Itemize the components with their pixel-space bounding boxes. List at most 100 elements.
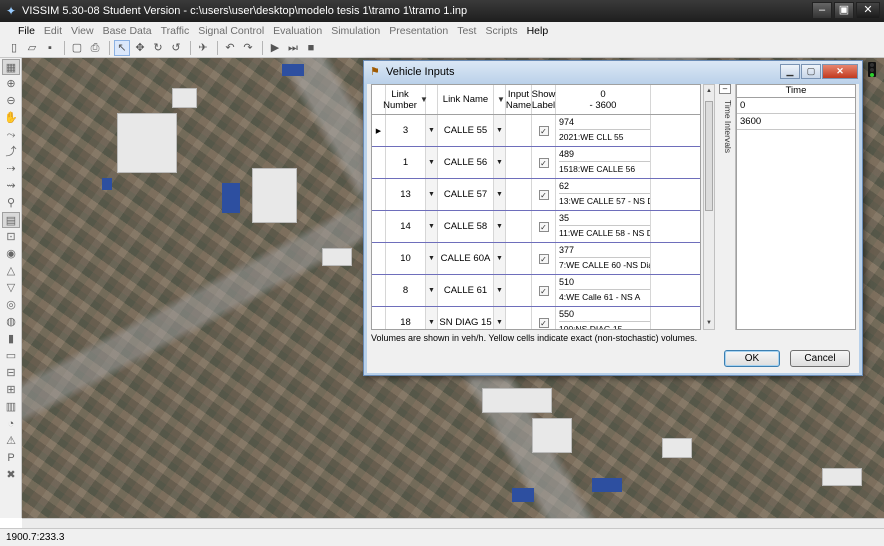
- priority-rules-icon[interactable]: △: [2, 263, 20, 279]
- input-name-cell[interactable]: [506, 147, 532, 178]
- show-label-checkbox[interactable]: ✓: [538, 285, 549, 296]
- volume-value[interactable]: 35: [559, 213, 650, 226]
- vehicle-composition[interactable]: 4:WE Calle 61 - NS A: [559, 290, 650, 304]
- collapse-icon[interactable]: –: [719, 84, 731, 94]
- input-name-cell[interactable]: [506, 243, 532, 274]
- volume-cell[interactable]: 35 11:WE CALLE 58 - NS D: [556, 211, 651, 242]
- stop-icon[interactable]: ■: [303, 40, 319, 56]
- vehicle-input-row[interactable]: 13 ▼ CALLE 57 ▼ ✓ 62 13:WE CALLE 57 - NS D: [372, 179, 700, 211]
- link-name-dropdown-icon[interactable]: ▼: [494, 307, 506, 329]
- row-selector[interactable]: [372, 147, 386, 178]
- menu-traffic[interactable]: Traffic: [161, 25, 190, 37]
- menu-base-data[interactable]: Base Data: [103, 25, 152, 37]
- link-number-dropdown-icon[interactable]: ▼: [426, 243, 438, 274]
- menu-simulation[interactable]: Simulation: [331, 25, 380, 37]
- volume-value[interactable]: 550: [559, 309, 650, 322]
- save-icon[interactable]: ▪: [42, 40, 58, 56]
- link-number-dropdown-icon[interactable]: ▼: [426, 275, 438, 306]
- minimize-button[interactable]: –: [812, 2, 832, 19]
- link-name-dropdown-icon[interactable]: ▼: [494, 147, 506, 178]
- vehicle-composition[interactable]: 1518:WE CALLE 56: [559, 162, 650, 176]
- input-name-cell[interactable]: [506, 115, 532, 146]
- link-name-dropdown-icon[interactable]: ▼: [494, 115, 506, 146]
- row-selector[interactable]: [372, 307, 386, 329]
- close-button[interactable]: ✕: [856, 2, 880, 19]
- link-name-dropdown-icon[interactable]: ▼: [494, 275, 506, 306]
- vehicle-composition[interactable]: 7:WE CALLE 60 -NS Dia: [559, 258, 650, 272]
- column-header-link-number[interactable]: Link Number ▼: [383, 85, 428, 114]
- link-name-dropdown-icon[interactable]: ▼: [494, 243, 506, 274]
- background-icon[interactable]: ◔: [2, 416, 20, 432]
- menu-presentation[interactable]: Presentation: [389, 25, 448, 37]
- time-row[interactable]: 3600: [737, 114, 855, 130]
- show-label-checkbox[interactable]: ✓: [538, 221, 549, 232]
- nodes-icon[interactable]: ▮: [2, 331, 20, 347]
- rotate-icon[interactable]: ↻: [150, 40, 166, 56]
- vehicle-input-row[interactable]: 18 ▼ SN DIAG 15 ▼ ✓ 550 100:NS DIAG 15: [372, 307, 700, 329]
- maximize-button[interactable]: ▣: [834, 2, 854, 19]
- menu-scripts[interactable]: Scripts: [485, 25, 517, 37]
- data-collection-icon[interactable]: ▭: [2, 348, 20, 364]
- link-number-cell[interactable]: 18: [386, 307, 426, 329]
- zoom-out-icon[interactable]: ⊖: [2, 93, 20, 109]
- vehicle-composition[interactable]: 13:WE CALLE 57 - NS D: [559, 194, 650, 208]
- link-number-cell[interactable]: 10: [386, 243, 426, 274]
- show-label-checkbox[interactable]: ✓: [538, 189, 549, 200]
- volume-cell[interactable]: 62 13:WE CALLE 57 - NS D: [556, 179, 651, 210]
- menu-file[interactable]: File: [18, 25, 35, 37]
- grid-vertical-scrollbar[interactable]: ▲ ▼: [703, 84, 715, 330]
- cancel-button[interactable]: Cancel: [790, 350, 850, 367]
- queue-counters-icon[interactable]: ⊞: [2, 382, 20, 398]
- dialog-title-bar[interactable]: ⚑ Vehicle Inputs ▁ ▢ ✕: [364, 61, 862, 83]
- filter-icon[interactable]: ▼: [494, 85, 506, 114]
- dialog-maximize-button[interactable]: ▢: [801, 64, 821, 79]
- signal-heads-icon[interactable]: ▤: [2, 212, 20, 228]
- pan-icon[interactable]: ✥: [132, 40, 148, 56]
- show-label-checkbox[interactable]: ✓: [538, 157, 549, 168]
- volume-value[interactable]: 489: [559, 149, 650, 162]
- menu-signal-control[interactable]: Signal Control: [198, 25, 264, 37]
- link-number-dropdown-icon[interactable]: ▼: [426, 307, 438, 329]
- input-name-cell[interactable]: [506, 179, 532, 210]
- vehicle-input-row[interactable]: 14 ▼ CALLE 58 ▼ ✓ 35 11:WE CALLE 58 - NS D: [372, 211, 700, 243]
- step-icon[interactable]: ⏭: [285, 40, 301, 56]
- menu-view[interactable]: View: [71, 25, 94, 37]
- dialog-minimize-button[interactable]: ▁: [780, 64, 800, 79]
- link-number-cell[interactable]: 13: [386, 179, 426, 210]
- menu-help[interactable]: Help: [527, 25, 549, 37]
- print-icon[interactable]: ⎙: [87, 40, 103, 56]
- transit-stops-icon[interactable]: ◎: [2, 297, 20, 313]
- volume-value[interactable]: 377: [559, 245, 650, 258]
- parking-icon[interactable]: ◍: [2, 314, 20, 330]
- detectors-icon[interactable]: ⊡: [2, 229, 20, 245]
- vehicle-input-row[interactable]: 8 ▼ CALLE 61 ▼ ✓ 510 4:WE Calle 61 - NS A: [372, 275, 700, 307]
- link-name-cell[interactable]: CALLE 61: [438, 275, 494, 306]
- scroll-down-icon[interactable]: ▼: [704, 318, 714, 328]
- input-name-cell[interactable]: [506, 211, 532, 242]
- delete-icon[interactable]: ✖: [2, 467, 20, 483]
- column-header-interval[interactable]: 0 - 3600: [556, 85, 651, 114]
- menu-evaluation[interactable]: Evaluation: [273, 25, 322, 37]
- show-label-checkbox[interactable]: ✓: [538, 253, 549, 264]
- ok-button[interactable]: OK: [724, 350, 780, 367]
- hand-pan-icon[interactable]: ✋: [2, 110, 20, 126]
- link-number-cell[interactable]: 3: [386, 115, 426, 146]
- row-selector[interactable]: [372, 179, 386, 210]
- zoom-in-icon[interactable]: ⊕: [2, 76, 20, 92]
- network-view-icon[interactable]: ▦: [2, 59, 20, 75]
- menu-test[interactable]: Test: [457, 25, 476, 37]
- input-name-cell[interactable]: [506, 307, 532, 329]
- column-header-link-name[interactable]: Link Name: [438, 85, 494, 114]
- connectors-icon[interactable]: ⤴: [2, 144, 20, 160]
- column-header-show-label[interactable]: Show Label: [532, 85, 556, 114]
- link-name-cell[interactable]: CALLE 56: [438, 147, 494, 178]
- show-label-checkbox[interactable]: ✓: [538, 317, 549, 328]
- redo-icon[interactable]: ↷: [240, 40, 256, 56]
- speed-icon[interactable]: ⚲: [2, 195, 20, 211]
- vehicle-icon[interactable]: ✈: [195, 40, 211, 56]
- links-icon[interactable]: ⤳: [2, 127, 20, 143]
- vehicle-composition[interactable]: 100:NS DIAG 15: [559, 322, 650, 329]
- volume-cell[interactable]: 510 4:WE Calle 61 - NS A: [556, 275, 651, 306]
- volume-cell[interactable]: 550 100:NS DIAG 15: [556, 307, 651, 329]
- link-number-dropdown-icon[interactable]: ▼: [426, 211, 438, 242]
